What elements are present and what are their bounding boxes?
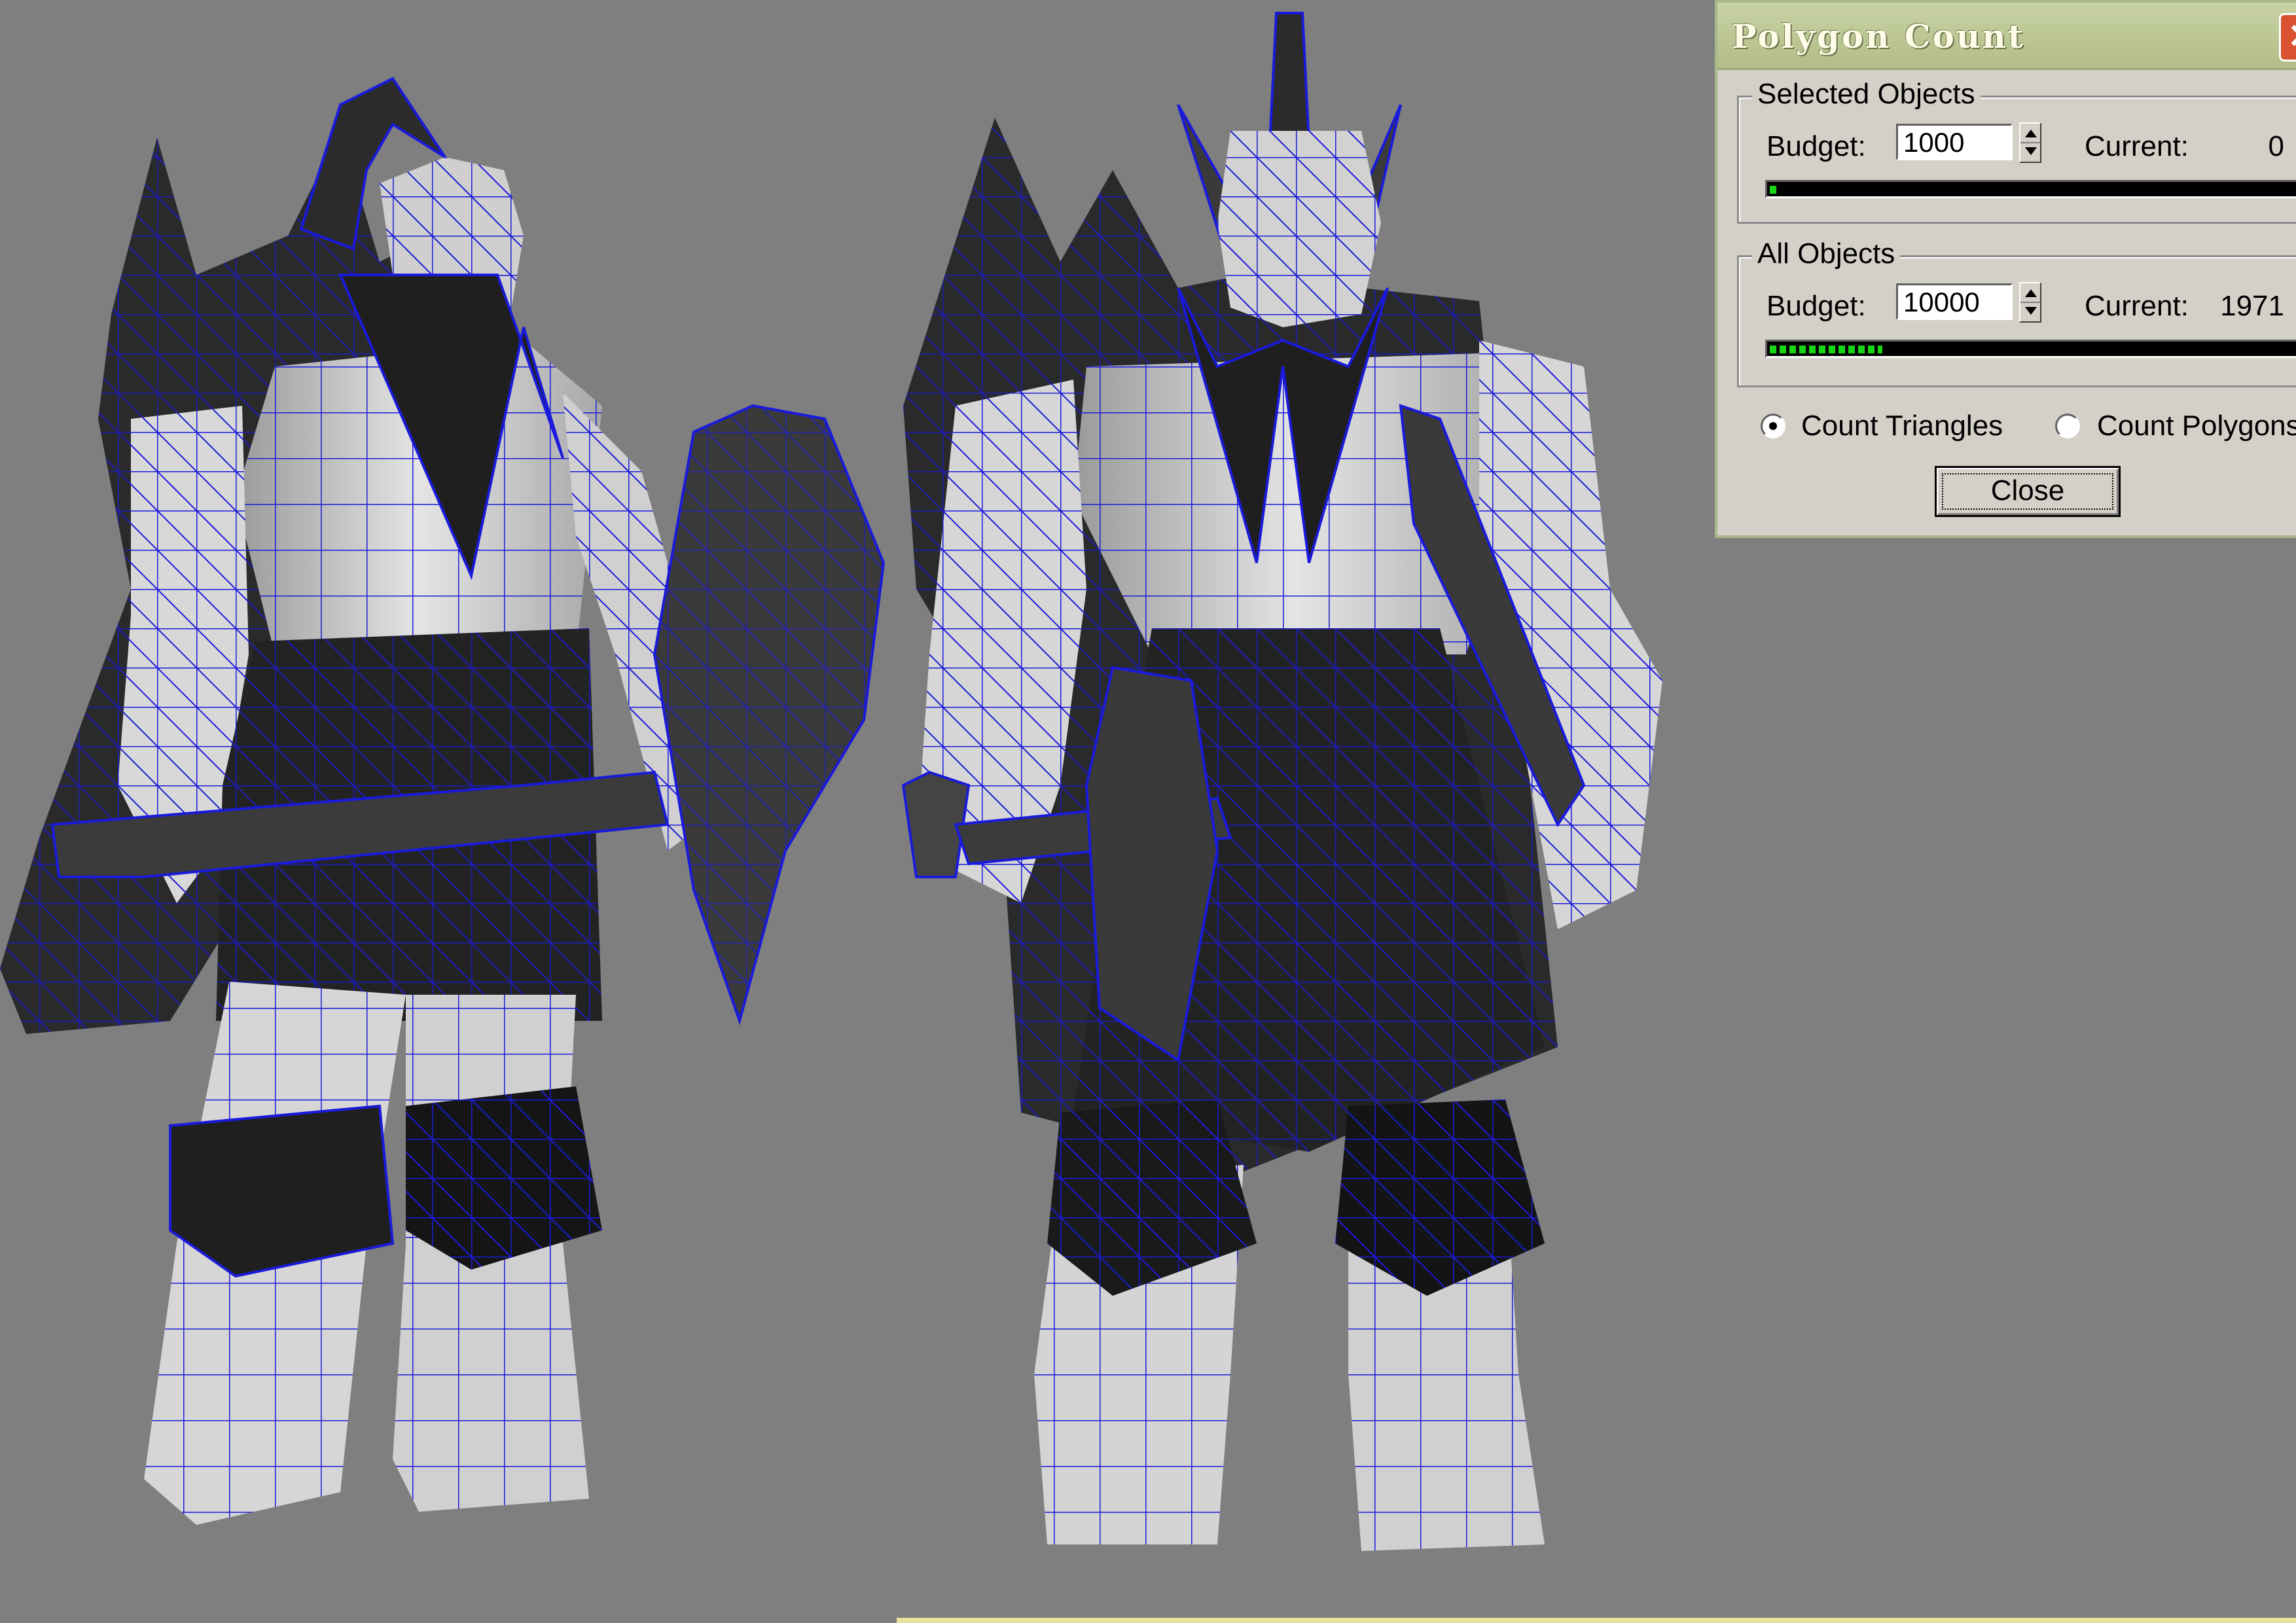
dialog-titlebar[interactable]: Polygon Count ✕ xyxy=(1717,3,2296,70)
close-button[interactable]: Close xyxy=(1935,466,2121,517)
count-polygons-radio[interactable] xyxy=(2055,414,2080,438)
spinner-up-icon[interactable] xyxy=(2025,289,2037,297)
selected-current-value: 0 xyxy=(2268,130,2284,162)
all-budget-spinner[interactable] xyxy=(2019,282,2041,323)
all-budget-label: Budget: xyxy=(1767,290,1866,322)
radio-selected-dot xyxy=(1769,422,1777,430)
viewport-bottom-strip xyxy=(897,1618,2296,1623)
character-model-right[interactable] xyxy=(901,12,1662,1551)
all-current-label: Current: xyxy=(2085,290,2189,322)
selected-progress-bar xyxy=(1765,180,2296,198)
selected-current-label: Current: xyxy=(2085,130,2189,162)
close-icon[interactable]: ✕ xyxy=(2279,13,2296,62)
selected-objects-group: Selected Objects Budget: 1000 Current: 0 xyxy=(1737,78,2296,224)
count-triangles-radio[interactable] xyxy=(1761,414,1785,438)
count-polygons-label[interactable]: Count Polygons xyxy=(2097,410,2296,442)
all-progress-fill xyxy=(1770,346,1882,353)
selected-objects-title: Selected Objects xyxy=(1752,78,1981,111)
character-model-left[interactable] xyxy=(0,77,886,1525)
all-budget-input[interactable]: 10000 xyxy=(1896,283,2013,320)
count-triangles-label[interactable]: Count Triangles xyxy=(1801,410,2003,442)
selected-progress-fill xyxy=(1770,186,1778,194)
spinner-up-icon[interactable] xyxy=(2025,130,2037,137)
all-objects-title: All Objects xyxy=(1752,238,1901,270)
spinner-down-icon[interactable] xyxy=(2025,307,2037,315)
selected-budget-input[interactable]: 1000 xyxy=(1896,124,2013,160)
dialog-title: Polygon Count xyxy=(1732,17,2025,56)
all-current-value: 1971 xyxy=(2220,290,2284,322)
all-objects-group: All Objects Budget: 10000 Current: 1971 xyxy=(1737,238,2296,387)
all-progress-bar xyxy=(1765,340,2296,358)
selected-budget-spinner[interactable] xyxy=(2019,122,2041,163)
selected-budget-label: Budget: xyxy=(1767,130,1866,162)
focus-rect xyxy=(1942,473,2113,510)
polygon-count-dialog: Polygon Count ✕ Selected Objects Budget:… xyxy=(1715,0,2296,538)
spinner-down-icon[interactable] xyxy=(2025,147,2037,155)
